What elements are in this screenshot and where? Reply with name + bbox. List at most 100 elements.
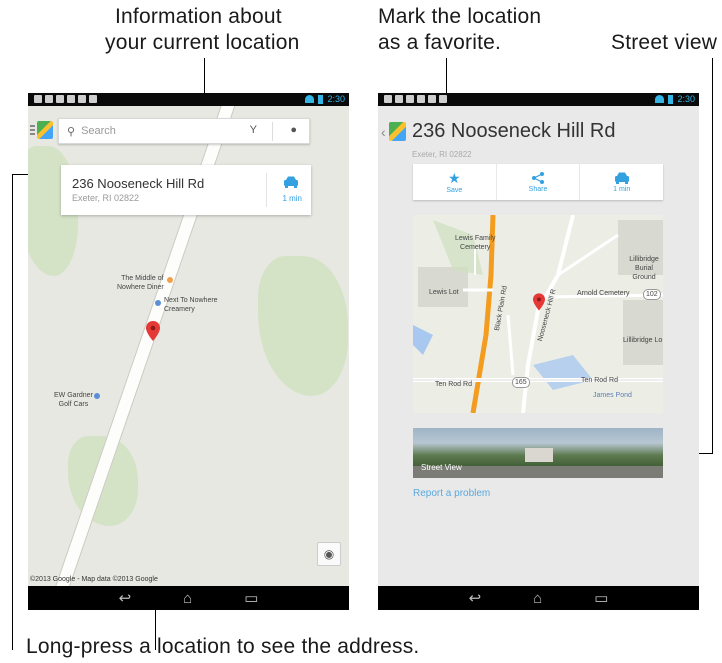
maps-logo-icon xyxy=(389,122,406,141)
home-icon[interactable]: ⌂ xyxy=(183,590,192,607)
map-label: James Pond xyxy=(593,392,632,399)
callout-location-info: Information about your current location xyxy=(105,4,299,56)
wifi-icon xyxy=(655,95,665,103)
crosshair-icon: ◉ xyxy=(323,547,335,561)
search-bar[interactable]: ⚲ Search Y ● xyxy=(58,118,310,144)
battery-icon xyxy=(318,94,324,104)
search-icon: ⚲ xyxy=(67,125,76,138)
map-label: Ten Rod Rd xyxy=(435,381,472,388)
status-bar: 2:30 xyxy=(28,93,349,106)
poi-label: Next To Nowhere Creamery xyxy=(164,296,218,314)
poi-label: EW Gardner Golf Cars xyxy=(54,391,93,409)
map-label: Lewis Lot xyxy=(429,289,459,296)
recents-icon[interactable]: ▭ xyxy=(244,589,258,607)
route-shield: 102 xyxy=(643,289,661,300)
recents-icon[interactable]: ▭ xyxy=(594,589,608,607)
map-green-area xyxy=(258,256,348,396)
callout-text: as a favorite. xyxy=(378,31,502,54)
home-icon[interactable]: ⌂ xyxy=(533,590,542,607)
action-bar: ★ Save Share 1 min xyxy=(413,164,663,200)
poi-text: Next To Nowhere xyxy=(164,297,218,304)
callout-street-view: Street view xyxy=(611,30,717,56)
car-icon xyxy=(614,172,629,184)
poi-text: Golf Cars xyxy=(58,401,89,408)
callout-text: Mark the location xyxy=(378,5,542,28)
map-label: Lewis Family Cemetery xyxy=(455,234,495,252)
place-details: ‹ 236 Nooseneck Hill Rd Exeter, RI 02822… xyxy=(378,106,699,586)
map-label-text: Cemetery xyxy=(460,244,491,251)
location-pin xyxy=(533,293,545,311)
drive-time-label: 1 min xyxy=(613,185,631,193)
static-map[interactable]: Lewis Family Cemetery Lillibridge Burial… xyxy=(413,215,663,413)
poi-text: EW Gardner xyxy=(54,392,93,399)
car-icon[interactable] xyxy=(283,176,299,188)
callout-favorite: Mark the location as a favorite. xyxy=(378,4,541,56)
back-icon[interactable]: ↩ xyxy=(469,589,482,607)
map-label-text: Lillibridge xyxy=(629,256,659,263)
street-view-thumbnail[interactable]: Street View xyxy=(413,428,663,478)
share-label: Share xyxy=(528,185,548,193)
directions-button[interactable]: 1 min xyxy=(580,164,663,200)
drive-time: 1 min xyxy=(282,194,302,203)
place-subtitle: Exeter, RI 02822 xyxy=(412,150,472,159)
search-input[interactable]: Search xyxy=(81,125,116,137)
route-shield: 165 xyxy=(512,377,530,388)
leader-line xyxy=(12,174,13,650)
save-label: Save xyxy=(446,186,463,194)
account-icon[interactable]: ● xyxy=(290,124,297,136)
share-icon xyxy=(532,171,544,184)
status-right: 2:30 xyxy=(655,94,695,104)
map-label: Arnold Cemetery xyxy=(577,290,630,297)
map-label: Ten Rod Rd xyxy=(581,377,618,384)
star-icon: ★ xyxy=(448,169,461,186)
restaurant-icon xyxy=(167,277,173,283)
map-view[interactable]: ⚲ Search Y ● 236 Nooseneck Hill Rd Exete… xyxy=(28,106,349,586)
back-button[interactable]: ‹ xyxy=(381,122,407,142)
location-pin[interactable] xyxy=(146,321,160,341)
address-card[interactable]: 236 Nooseneck Hill Rd Exeter, RI 02822 1… xyxy=(61,165,311,215)
callout-text: Long-press a location to see the address… xyxy=(26,635,420,658)
map-label-text: Burial Ground xyxy=(632,265,656,281)
map-label: Lillibridge Burial Ground xyxy=(625,255,663,282)
status-time: 2:30 xyxy=(327,94,345,104)
leader-line xyxy=(712,58,713,454)
nav-bar: ↩ ⌂ ▭ xyxy=(28,586,349,610)
poi-text: Creamery xyxy=(164,306,195,313)
status-bar: 2:30 xyxy=(378,93,699,106)
status-right: 2:30 xyxy=(305,94,345,104)
share-button[interactable]: Share xyxy=(497,164,581,200)
callout-text: Street view xyxy=(611,31,718,54)
wifi-icon xyxy=(305,95,315,103)
phone-detail-screen: 2:30 ‹ 236 Nooseneck Hill Rd Exeter, RI … xyxy=(378,93,699,610)
report-problem-link[interactable]: Report a problem xyxy=(413,488,490,499)
divider xyxy=(272,122,273,141)
callout-text: Information about xyxy=(115,5,282,28)
callout-long-press: Long-press a location to see the address… xyxy=(26,634,419,660)
directions-icon[interactable]: Y xyxy=(250,124,257,136)
poi-text: Nowhere Diner xyxy=(117,284,164,291)
divider xyxy=(266,173,267,207)
maps-menu-icon[interactable] xyxy=(30,121,53,143)
poi-label: The Middle of Nowhere Diner xyxy=(117,274,164,292)
map-label-text: Lewis Family xyxy=(455,235,496,242)
notification-icons xyxy=(384,95,447,103)
map-copyright: ©2013 Google - Map data ©2013 Google xyxy=(30,576,158,583)
shop-icon xyxy=(94,393,100,399)
battery-icon xyxy=(668,94,674,104)
map-label: Lillibridge Lo xyxy=(623,337,663,344)
phone-map-screen: 2:30 ⚲ Search Y ● 236 Nooseneck Hill Rd … xyxy=(28,93,349,610)
street-view-label: Street View xyxy=(421,463,462,472)
notification-icons xyxy=(34,95,97,103)
my-location-button[interactable]: ◉ xyxy=(317,542,341,566)
save-button[interactable]: ★ Save xyxy=(413,164,497,200)
callout-text: your current location xyxy=(105,31,300,54)
poi-text: The Middle of xyxy=(121,275,164,282)
address-city: Exeter, RI 02822 xyxy=(72,193,140,203)
shop-icon xyxy=(155,300,161,306)
chevron-left-icon: ‹ xyxy=(381,124,386,140)
back-icon[interactable]: ↩ xyxy=(119,589,132,607)
status-time: 2:30 xyxy=(677,94,695,104)
nav-bar: ↩ ⌂ ▭ xyxy=(378,586,699,610)
place-title: 236 Nooseneck Hill Rd xyxy=(412,120,616,142)
address-street: 236 Nooseneck Hill Rd xyxy=(72,176,205,191)
